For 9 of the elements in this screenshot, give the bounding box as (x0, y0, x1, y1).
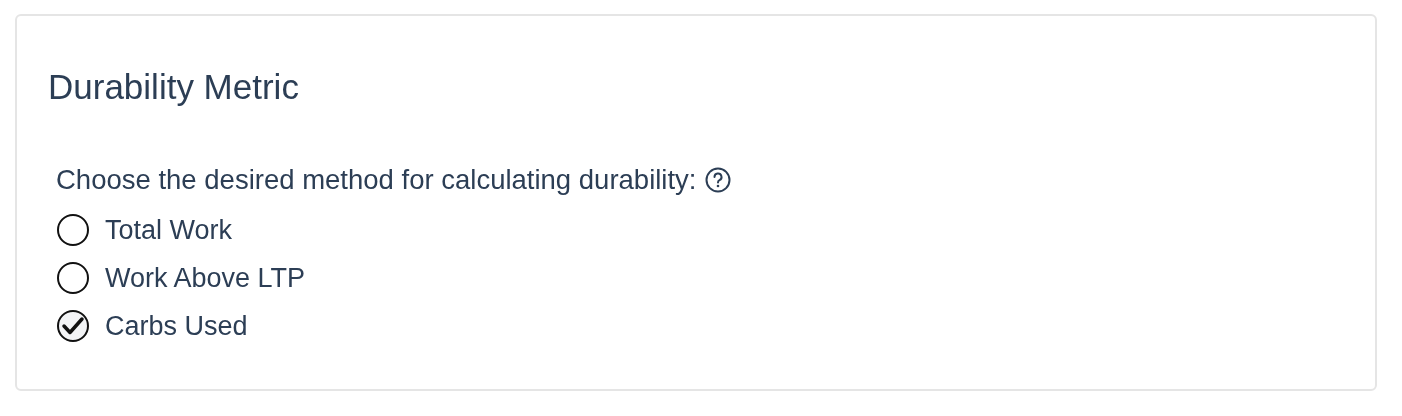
radio-button[interactable] (56, 309, 90, 343)
radio-button[interactable] (56, 213, 90, 247)
option-label: Total Work (105, 214, 233, 247)
question-label: Choose the desired method for calculating durability: (56, 163, 697, 197)
help-icon[interactable] (704, 167, 731, 193)
option-label: Carbs Used (105, 310, 248, 343)
option-label: Work Above LTP (105, 262, 306, 295)
card-title: Durability Metric (48, 66, 299, 108)
radio-button[interactable] (56, 261, 90, 295)
